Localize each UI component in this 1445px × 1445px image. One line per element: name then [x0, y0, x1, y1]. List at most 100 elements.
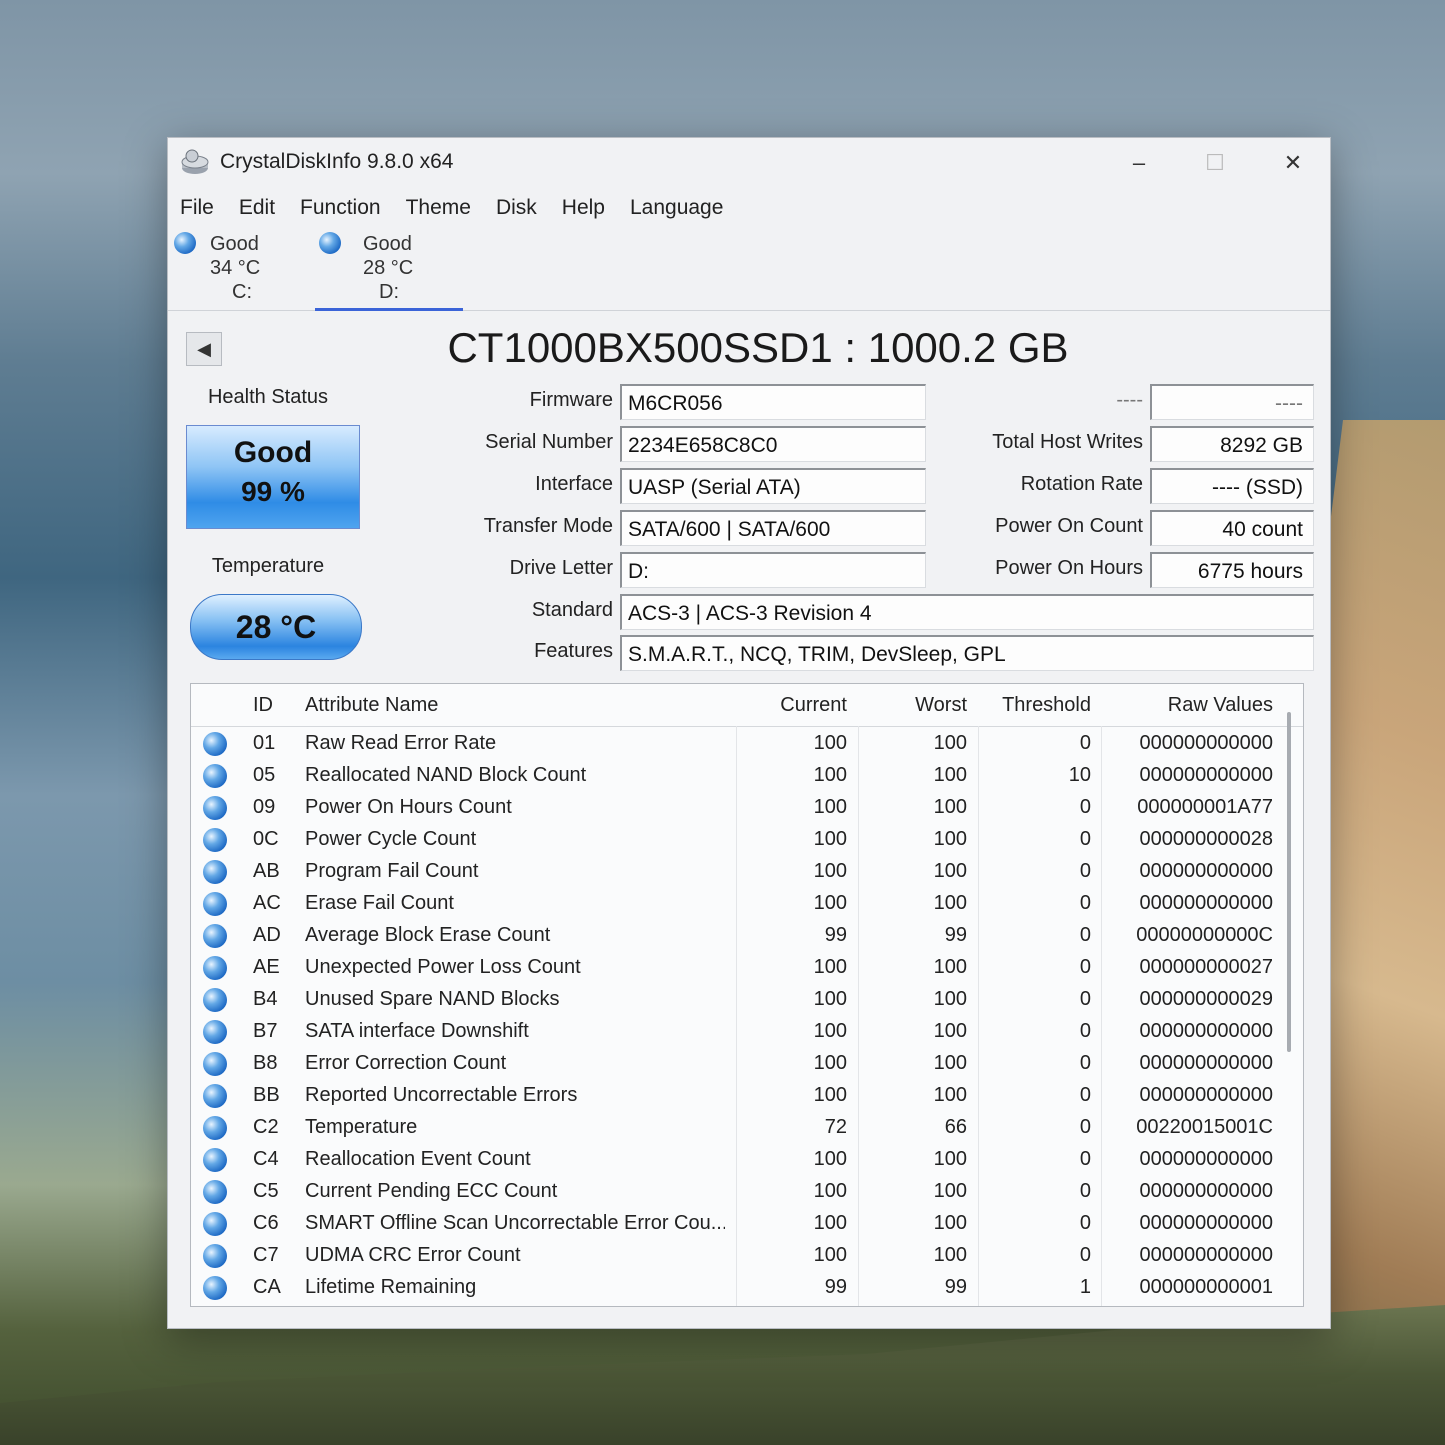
cell-threshold: 0 [1079, 796, 1091, 818]
disk-tab-d[interactable]: Good 28 °C D: [315, 228, 463, 311]
menu-file[interactable]: File [180, 190, 214, 226]
cell-threshold: 0 [1079, 1020, 1091, 1042]
table-row[interactable]: B7 SATA interface Downshift 100 100 0 0000000… [191, 1016, 1303, 1048]
cell-attribute-name: SMART Offline Scan Uncorrectable Error C… [305, 1212, 725, 1234]
drive-title: CT1000BX500SSD1 : 1000.2 GB [447, 324, 1069, 371]
cell-attribute-name: Erase Fail Count [305, 892, 454, 914]
close-button[interactable]: ✕ [1268, 146, 1318, 180]
table-row[interactable]: C2 Temperature 72 66 0 00220015001C [191, 1112, 1303, 1144]
cell-worst: 100 [933, 1020, 967, 1042]
menu-disk[interactable]: Disk [496, 190, 537, 226]
cell-raw-value: 000000000000 [1139, 1052, 1273, 1074]
table-row[interactable]: C7 UDMA CRC Error Count 100 100 0 00000000000… [191, 1240, 1303, 1272]
cell-threshold: 1 [1079, 1276, 1091, 1298]
cell-worst: 99 [944, 1276, 967, 1298]
cell-worst: 100 [933, 956, 967, 978]
cell-worst: 100 [933, 892, 967, 914]
menu-help[interactable]: Help [562, 190, 605, 226]
cell-attribute-name: Reported Uncorrectable Errors [305, 1084, 578, 1106]
status-good-icon [203, 1276, 227, 1300]
cell-raw-value: 000000000000 [1139, 1020, 1273, 1042]
table-row[interactable]: 09 Power On Hours Count 100 100 0 000000001A7… [191, 792, 1303, 824]
minimize-button[interactable]: – [1114, 146, 1164, 180]
menu-theme[interactable]: Theme [406, 190, 471, 226]
cell-threshold: 0 [1079, 956, 1091, 978]
cell-raw-value: 000000000028 [1139, 828, 1273, 850]
cell-id: AE [253, 956, 280, 978]
table-row[interactable]: B8 Error Correction Count 100 100 0 000000000… [191, 1048, 1303, 1080]
header-attribute-name[interactable]: Attribute Name [305, 694, 438, 717]
table-row[interactable]: 05 Reallocated NAND Block Count 100 100 10 00… [191, 760, 1303, 792]
table-row[interactable]: AB Program Fail Count 100 100 0 000000000000 [191, 856, 1303, 888]
cell-threshold: 0 [1079, 1148, 1091, 1170]
table-row[interactable]: AE Unexpected Power Loss Count 100 100 0 0000… [191, 952, 1303, 984]
status-good-icon [203, 1180, 227, 1204]
app-disk-icon [180, 148, 210, 176]
table-header: ID Attribute Name Current Worst Threshol… [191, 684, 1303, 727]
table-scrollbar[interactable] [1287, 712, 1291, 1052]
table-row[interactable]: 01 Raw Read Error Rate 100 100 0 000000000000 [191, 728, 1303, 760]
header-id[interactable]: ID [253, 694, 273, 717]
transfer-mode-field: SATA/600 | SATA/600 [620, 510, 926, 546]
cell-worst: 100 [933, 1212, 967, 1234]
disk-tab-c[interactable]: Good 34 °C C: [170, 228, 318, 308]
serial-number-field: 2234E658C8C0 [620, 426, 926, 462]
cell-current: 100 [813, 1020, 847, 1042]
cell-worst: 100 [933, 1244, 967, 1266]
cell-id: C2 [253, 1116, 279, 1138]
table-row[interactable]: AC Erase Fail Count 100 100 0 000000000000 [191, 888, 1303, 920]
table-row[interactable]: 0C Power Cycle Count 100 100 0 000000000028 [191, 824, 1303, 856]
cell-id: B8 [253, 1052, 278, 1074]
cell-threshold: 0 [1079, 924, 1091, 946]
disk-temp: 34 °C [210, 257, 261, 279]
smart-attributes-table[interactable]: ID Attribute Name Current Worst Threshol… [190, 683, 1304, 1307]
status-good-icon [203, 956, 227, 980]
health-status-badge[interactable]: Good 99 % [186, 425, 360, 529]
health-percent: 99 % [241, 476, 305, 507]
cell-threshold: 0 [1079, 988, 1091, 1010]
table-row[interactable]: C6 SMART Offline Scan Uncorrectable Error… [191, 1208, 1303, 1240]
table-row[interactable]: B4 Unused Spare NAND Blocks 100 100 0 0000000… [191, 984, 1303, 1016]
table-row[interactable]: C5 Current Pending ECC Count 100 100 0 000000… [191, 1176, 1303, 1208]
table-row[interactable]: BB Reported Uncorrectable Errors 100 100 0 00… [191, 1080, 1303, 1112]
header-current[interactable]: Current [751, 694, 847, 717]
cell-current: 100 [813, 860, 847, 882]
table-row[interactable]: C4 Reallocation Event Count 100 100 0 0000000… [191, 1144, 1303, 1176]
temperature-badge[interactable]: 28 °C [190, 594, 362, 660]
maximize-button[interactable]: ☐ [1190, 146, 1240, 180]
header-worst[interactable]: Worst [871, 694, 967, 717]
power-on-hours-field: 6775 hours [1150, 552, 1314, 588]
previous-disk-button[interactable]: ◀ [186, 332, 222, 366]
header-raw-values[interactable]: Raw Values [1111, 694, 1273, 717]
disk-temp: 28 °C [363, 257, 414, 279]
cell-raw-value: 000000001A77 [1137, 796, 1273, 818]
cell-threshold: 0 [1079, 892, 1091, 914]
cell-current: 100 [813, 956, 847, 978]
status-good-icon [203, 1148, 227, 1172]
total-host-writes-field: 8292 GB [1150, 426, 1314, 462]
cell-raw-value: 000000000000 [1139, 732, 1273, 754]
status-good-icon [203, 1020, 227, 1044]
cell-attribute-name: Error Correction Count [305, 1052, 507, 1074]
cell-current: 100 [813, 1212, 847, 1234]
firmware-field: M6CR056 [620, 384, 926, 420]
menu-language[interactable]: Language [630, 190, 723, 226]
menu-function[interactable]: Function [300, 190, 381, 226]
cell-raw-value: 00220015001C [1136, 1116, 1273, 1138]
cell-threshold: 0 [1079, 1244, 1091, 1266]
cell-attribute-name: Average Block Erase Count [305, 924, 551, 946]
table-row[interactable]: CA Lifetime Remaining 99 99 1 000000000001 [191, 1272, 1303, 1304]
cell-attribute-name: Current Pending ECC Count [305, 1180, 558, 1202]
table-row[interactable]: AD Average Block Erase Count 99 99 0 00000000… [191, 920, 1303, 952]
features-field: S.M.A.R.T., NCQ, TRIM, DevSleep, GPL [620, 635, 1314, 671]
drive-letter-label: Drive Letter [509, 557, 613, 579]
header-threshold[interactable]: Threshold [981, 694, 1091, 717]
menu-edit[interactable]: Edit [239, 190, 275, 226]
title-bar[interactable]: CrystalDiskInfo 9.8.0 x64 – ☐ ✕ [168, 138, 1330, 186]
cell-worst: 66 [944, 1116, 967, 1138]
cell-id: AC [253, 892, 281, 914]
cell-threshold: 0 [1079, 1052, 1091, 1074]
rotation-rate-field: ---- (SSD) [1150, 468, 1314, 504]
cell-current: 72 [824, 1116, 847, 1138]
cell-worst: 100 [933, 1052, 967, 1074]
